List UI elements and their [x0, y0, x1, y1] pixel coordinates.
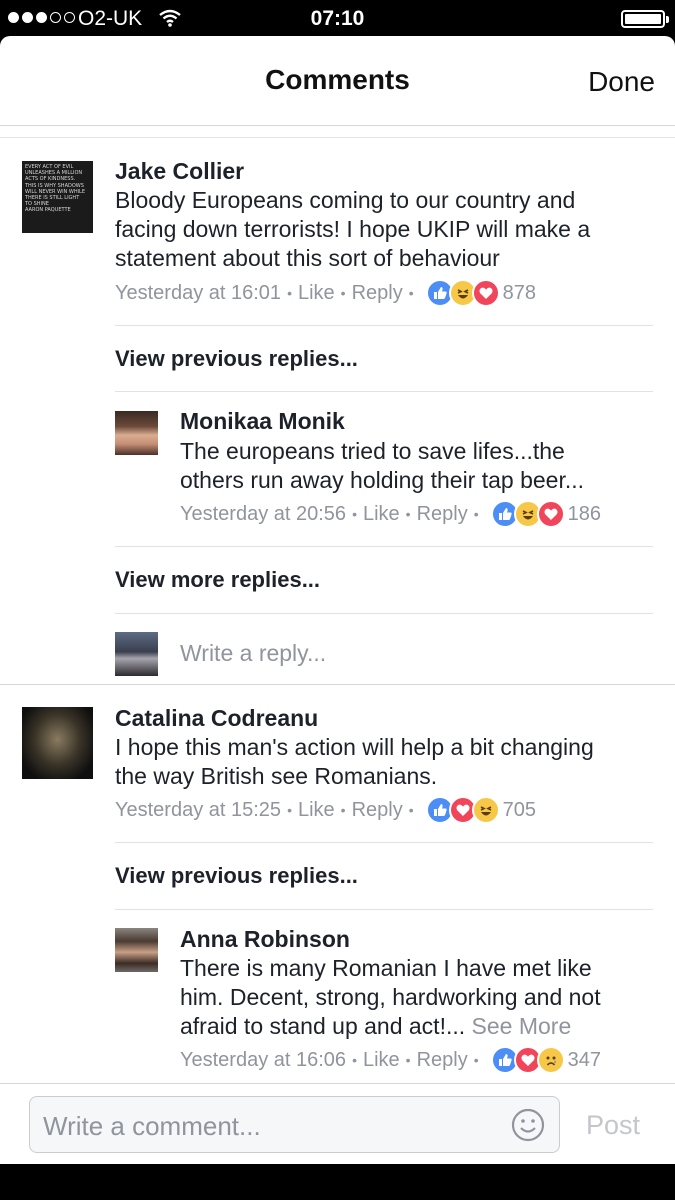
reactions-summary[interactable] — [425, 279, 500, 307]
reaction-count: 186 — [567, 502, 601, 525]
comment-input[interactable]: Write a comment... — [29, 1096, 560, 1153]
clock: 07:10 — [310, 7, 365, 30]
reply-button[interactable]: Reply — [417, 1049, 468, 1072]
like-button[interactable]: Like — [363, 1049, 400, 1072]
reply-button[interactable]: Reply — [417, 503, 468, 526]
page-title: Comments — [265, 64, 410, 95]
reply-timestamp: Yesterday at 20:56 — [180, 502, 347, 525]
reply-author-name[interactable]: Anna Robinson — [180, 926, 350, 953]
post-button[interactable]: Post — [586, 1110, 640, 1141]
reply-meta: Yesterday at 16:06 • Like • Reply • 347 — [180, 1046, 601, 1074]
comment-meta: Yesterday at 15:25 • Like • Reply • 705 — [115, 796, 536, 824]
avatar-quote-text: EVERY ACT OF EVIL UNLEASHES A MILLION AC… — [25, 164, 85, 214]
comment-text: Bloody Europeans coming to our country a… — [115, 187, 591, 271]
reply-button[interactable]: Reply — [352, 799, 403, 822]
reply-timestamp: Yesterday at 16:06 — [180, 1048, 347, 1071]
heart-icon — [536, 500, 565, 528]
like-button[interactable]: Like — [298, 282, 335, 305]
comments-header: Comments Done — [0, 36, 675, 126]
divider — [115, 909, 653, 910]
reply-button[interactable]: Reply — [352, 282, 403, 305]
comment-composer: Write a comment... Post — [0, 1083, 675, 1164]
divider — [115, 546, 653, 547]
view-previous-replies-link[interactable]: View previous replies... — [115, 863, 358, 889]
divider — [0, 684, 675, 685]
crying-face-icon — [536, 1046, 565, 1074]
divider — [0, 137, 675, 138]
comment-author-name[interactable]: Catalina Codreanu — [115, 705, 318, 732]
heart-icon — [471, 279, 500, 307]
avatar[interactable] — [22, 707, 93, 779]
see-more-link[interactable]: See More — [472, 1013, 572, 1039]
reactions-summary[interactable] — [490, 1046, 565, 1074]
avatar[interactable]: EVERY ACT OF EVIL UNLEASHES A MILLION AC… — [22, 161, 93, 233]
comments-sheet: Comments Done EVERY ACT OF EVIL UNLEASHE… — [0, 36, 675, 1164]
smiley-icon[interactable] — [511, 1108, 545, 1147]
divider — [115, 613, 653, 614]
reply-text: There is many Romanian I have met like h… — [180, 955, 601, 1039]
divider — [115, 842, 653, 843]
view-more-replies-link[interactable]: View more replies... — [115, 567, 320, 593]
comment-author-name[interactable]: Jake Collier — [115, 158, 244, 185]
reaction-count: 878 — [502, 281, 536, 304]
comment-timestamp: Yesterday at 16:01 — [115, 281, 282, 304]
reply-author-name[interactable]: Monikaa Monik — [180, 408, 345, 435]
divider — [115, 391, 653, 392]
reply-text: The europeans tried to save lifes...the … — [180, 438, 585, 493]
bottom-edge — [0, 1164, 675, 1200]
done-button[interactable]: Done — [588, 66, 655, 98]
avatar — [115, 632, 158, 676]
reactions-summary[interactable] — [425, 796, 500, 824]
divider — [115, 325, 653, 326]
comment-timestamp: Yesterday at 15:25 — [115, 798, 282, 821]
comment-text: I hope this man's action will help a bit… — [115, 734, 594, 789]
like-button[interactable]: Like — [298, 799, 335, 822]
reaction-count: 705 — [502, 798, 536, 821]
comment-input-placeholder: Write a comment... — [43, 1111, 261, 1141]
like-button[interactable]: Like — [363, 503, 400, 526]
comment-meta: Yesterday at 16:01 • Like • Reply • 878 — [115, 279, 536, 307]
battery-icon — [621, 10, 669, 28]
reactions-summary[interactable] — [490, 500, 565, 528]
avatar[interactable] — [115, 411, 158, 455]
write-reply-input[interactable]: Write a reply... — [180, 640, 326, 667]
reaction-count: 347 — [567, 1048, 601, 1071]
reply-meta: Yesterday at 20:56 • Like • Reply • 186 — [180, 500, 601, 528]
status-bar: O2-UK 07:10 — [0, 0, 675, 36]
view-previous-replies-link[interactable]: View previous replies... — [115, 346, 358, 372]
avatar[interactable] — [115, 928, 158, 972]
laughing-face-icon — [471, 796, 500, 824]
